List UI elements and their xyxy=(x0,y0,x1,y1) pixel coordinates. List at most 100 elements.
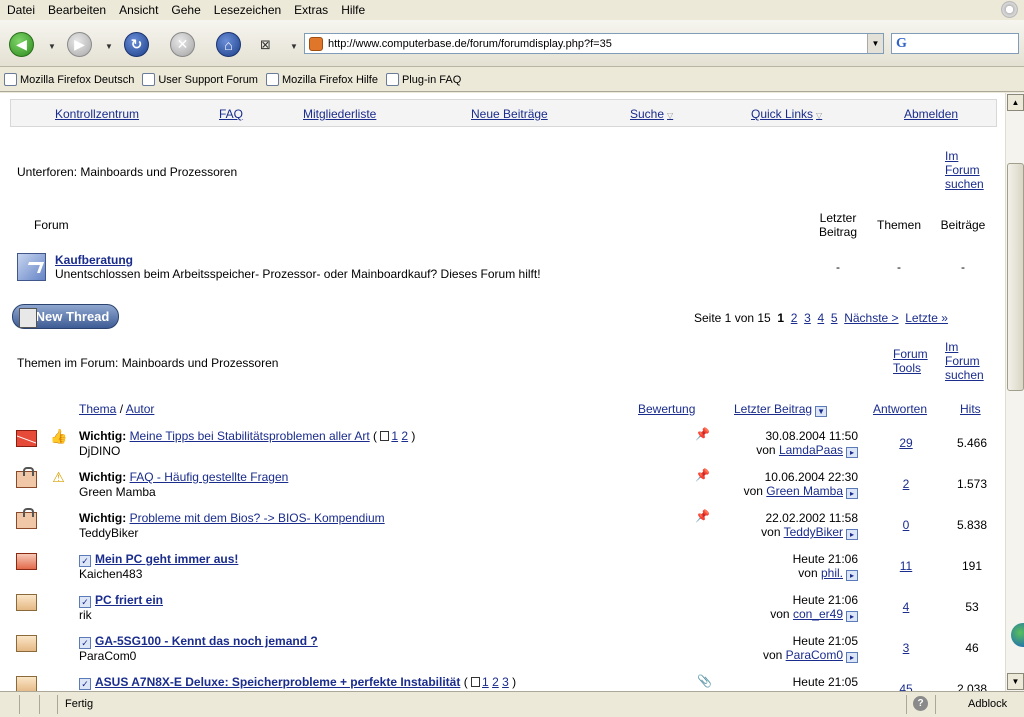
thread-search-link[interactable]: Im Forum suchen xyxy=(945,340,984,382)
thread-title-link[interactable]: GA-5SG100 - Kennt das noch jemand ? xyxy=(95,634,318,648)
sort-replies-link[interactable]: Antworten xyxy=(873,402,927,416)
thread-title-link[interactable]: Probleme mit dem Bios? -> BIOS- Kompendi… xyxy=(130,511,385,525)
subforum-link-kaufberatung[interactable]: Kaufberatung xyxy=(55,253,133,267)
forum-tools-link[interactable]: Forum Tools xyxy=(893,347,928,375)
go-to-last-post-icon[interactable]: ▸ xyxy=(846,570,858,581)
extension-icon[interactable]: ⊠ xyxy=(260,37,271,53)
url-text[interactable]: http://www.computerbase.de/forum/forumdi… xyxy=(328,38,867,50)
bookmark-label: Plug-in FAQ xyxy=(401,73,462,86)
page-link[interactable]: 3 xyxy=(804,311,811,325)
forward-history-dropdown[interactable]: ▼ xyxy=(105,42,113,51)
last-post-by-label: von xyxy=(798,566,818,580)
thread-replies-link[interactable]: 0 xyxy=(873,518,939,532)
menu-datei[interactable]: Datei xyxy=(0,3,41,17)
nav-neue-beitraege[interactable]: Neue Beiträge xyxy=(471,107,548,121)
page-last-link[interactable]: Letzte » xyxy=(905,311,948,325)
thread-replies-link[interactable]: 11 xyxy=(873,559,939,573)
thread-replies-link[interactable]: 4 xyxy=(873,600,939,614)
last-post-user-link[interactable]: LamdaPaas xyxy=(779,443,843,457)
thread-title-link[interactable]: PC friert ein xyxy=(95,593,163,607)
col-thema-autor: Thema / Autor xyxy=(79,402,154,416)
reload-button[interactable]: ↻ xyxy=(124,32,149,57)
new-posts-checkbox-icon[interactable]: ✓ xyxy=(79,596,91,608)
last-post-user-link[interactable]: Green Mamba xyxy=(766,484,843,498)
new-thread-button[interactable]: New Thread xyxy=(12,304,119,329)
page-link[interactable]: 5 xyxy=(831,311,838,325)
nav-quick-links[interactable]: Quick Links ▽ xyxy=(751,107,822,121)
extension-dropdown[interactable]: ▼ xyxy=(290,42,298,51)
sort-desc-icon[interactable]: ▼ xyxy=(815,406,828,417)
url-bar[interactable]: http://www.computerbase.de/forum/forumdi… xyxy=(304,33,884,54)
link-word: Forum xyxy=(945,163,980,177)
stop-button[interactable]: ✕ xyxy=(170,32,195,57)
thread-page-link[interactable]: 1 xyxy=(391,429,398,443)
help-icon[interactable]: ? xyxy=(913,696,928,711)
nav-suche[interactable]: Suche ▽ xyxy=(630,107,673,121)
thread-title-link[interactable]: Mein PC geht immer aus! xyxy=(95,552,238,566)
page-next-link[interactable]: Nächste > xyxy=(844,311,898,325)
adblock-button[interactable]: Adblock xyxy=(968,698,1007,710)
back-history-dropdown[interactable]: ▼ xyxy=(48,42,56,51)
menu-extras[interactable]: Extras xyxy=(287,3,334,17)
thread-row: Wichtig: Probleme mit dem Bios? -> BIOS-… xyxy=(0,504,1005,545)
thread-page-link[interactable]: 3 xyxy=(502,675,509,689)
thread-replies-link[interactable]: 2 xyxy=(873,477,939,491)
thread-author: TeddyBiker xyxy=(79,526,139,540)
vertical-scrollbar[interactable]: ▲ ▼ xyxy=(1005,93,1024,691)
go-to-last-post-icon[interactable]: ▸ xyxy=(846,529,858,540)
scroll-up-arrow-icon[interactable]: ▲ xyxy=(1007,94,1024,111)
menu-bearbeiten[interactable]: Bearbeiten xyxy=(41,3,112,17)
bookmark-item[interactable]: Plug-in FAQ xyxy=(385,73,462,86)
new-posts-checkbox-icon[interactable]: ✓ xyxy=(79,637,91,649)
last-post-user-link[interactable]: phil. xyxy=(821,566,843,580)
go-to-last-post-icon[interactable]: ▸ xyxy=(846,611,858,622)
url-history-dropdown[interactable]: ▼ xyxy=(867,34,883,53)
nav-abmelden[interactable]: Abmelden xyxy=(904,107,958,121)
status-divider xyxy=(935,695,936,714)
nav-faq[interactable]: FAQ xyxy=(219,107,243,121)
bookmark-item[interactable]: Mozilla Firefox Deutsch xyxy=(4,73,134,86)
bookmark-item[interactable]: User Support Forum xyxy=(142,73,258,86)
menu-gehe[interactable]: Gehe xyxy=(164,3,206,17)
sort-last-post-link[interactable]: Letzter Beitrag ▼ xyxy=(734,402,828,417)
menu-lesezeichen[interactable]: Lesezeichen xyxy=(207,3,287,17)
thread-title-link[interactable]: ASUS A7N8X-E Deluxe: Speicherprobleme + … xyxy=(95,675,460,689)
sort-hits-link[interactable]: Hits xyxy=(960,402,981,416)
nav-mitgliederliste[interactable]: Mitgliederliste xyxy=(303,107,376,121)
thread-page-link[interactable]: 2 xyxy=(492,675,499,689)
thread-page-link[interactable]: 1 xyxy=(482,675,489,689)
thread-replies-link[interactable]: 3 xyxy=(873,641,939,655)
back-button[interactable]: ◀ xyxy=(9,32,34,57)
page-link[interactable]: 2 xyxy=(791,311,798,325)
home-button[interactable]: ⌂ xyxy=(216,32,241,57)
thread-replies-link[interactable]: 29 xyxy=(873,436,939,450)
sort-autor-link[interactable]: Autor xyxy=(126,402,155,416)
google-search-icon[interactable]: G xyxy=(896,36,907,52)
new-posts-checkbox-icon[interactable]: ✓ xyxy=(79,678,91,690)
last-post-user-link[interactable]: TeddyBiker xyxy=(784,525,843,539)
last-post-user-link[interactable]: ParaCom0 xyxy=(786,648,843,662)
go-to-last-post-icon[interactable]: ▸ xyxy=(846,652,858,663)
thread-replies-link[interactable]: 45 xyxy=(873,682,939,691)
thread-title-link[interactable]: Meine Tipps bei Stabilitätsproblemen all… xyxy=(130,429,370,443)
nav-kontrollzentrum[interactable]: Kontrollzentrum xyxy=(55,107,139,121)
col-last-word: Beitrag xyxy=(818,225,858,239)
thread-page-link[interactable]: 2 xyxy=(401,429,408,443)
search-box[interactable]: G xyxy=(891,33,1019,54)
scroll-thumb[interactable] xyxy=(1007,163,1024,391)
forward-button[interactable]: ▶ xyxy=(67,32,92,57)
status-divider xyxy=(57,695,58,714)
go-to-last-post-icon[interactable]: ▸ xyxy=(846,447,858,458)
bookmark-item[interactable]: Mozilla Firefox Hilfe xyxy=(265,73,378,86)
go-to-last-post-icon[interactable]: ▸ xyxy=(846,488,858,499)
last-post-user-link[interactable]: con_er49 xyxy=(793,607,843,621)
sort-thema-link[interactable]: Thema xyxy=(79,402,116,416)
sort-rating-link[interactable]: Bewertung xyxy=(638,402,695,416)
scroll-down-arrow-icon[interactable]: ▼ xyxy=(1007,673,1024,690)
page-link[interactable]: 4 xyxy=(817,311,824,325)
menu-hilfe[interactable]: Hilfe xyxy=(334,3,371,17)
new-posts-checkbox-icon[interactable]: ✓ xyxy=(79,555,91,567)
thread-title-link[interactable]: FAQ - Häufig gestellte Fragen xyxy=(130,470,289,484)
menu-ansicht[interactable]: Ansicht xyxy=(112,3,164,17)
subforum-search-link[interactable]: Im Forum suchen xyxy=(945,149,984,191)
